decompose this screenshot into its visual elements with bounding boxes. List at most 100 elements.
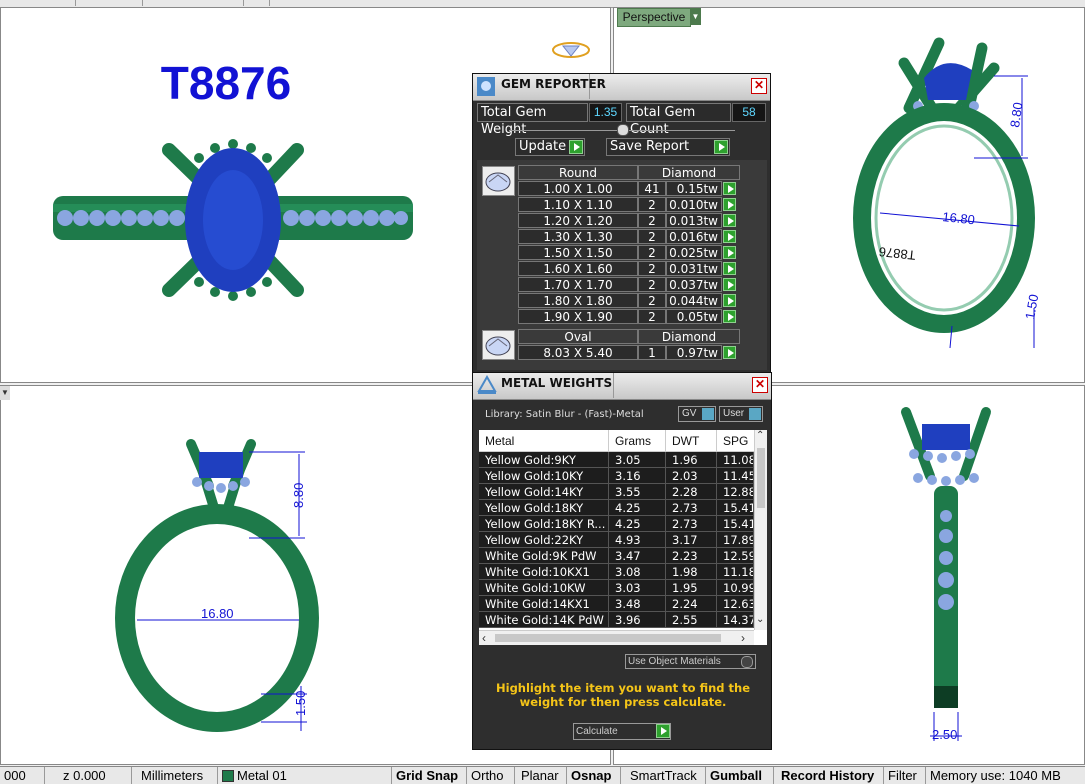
gem-count-cell[interactable]: 2 [638, 197, 666, 212]
gem-weight-cell[interactable]: 0.97tw [666, 345, 722, 360]
user-label: User [723, 408, 745, 419]
gem-count-cell[interactable]: 41 [638, 181, 666, 196]
gem-count-cell[interactable]: 2 [638, 277, 666, 292]
slider-handle[interactable] [617, 124, 629, 136]
select-gems-icon[interactable] [723, 246, 736, 259]
table-row[interactable]: White Gold:10KX1 3.08 1.98 11.18 [479, 564, 754, 580]
select-gems-icon[interactable] [723, 262, 736, 275]
osnap-toggle[interactable]: Osnap [567, 767, 621, 784]
gem-size-cell[interactable]: 8.03 X 5.40 [518, 345, 638, 360]
user-toggle[interactable]: User [719, 406, 763, 422]
gem-reporter-header[interactable]: GEM REPORTER ✕ [473, 74, 770, 101]
scroll-left-icon[interactable]: ‹ [482, 631, 486, 645]
gem-size-cell[interactable]: 1.10 X 1.10 [518, 197, 638, 212]
gumball-toggle[interactable]: Gumball [706, 767, 774, 784]
table-row[interactable]: White Gold:10KW 3.03 1.95 10.99 [479, 580, 754, 596]
gem-weight-cell[interactable]: 0.031tw [666, 261, 722, 276]
view-dropdown-icon[interactable]: ▼ [690, 8, 701, 25]
tab[interactable] [143, 0, 244, 6]
oval-gem-icon[interactable] [482, 330, 515, 360]
calculate-play-icon[interactable] [656, 724, 670, 738]
table-row[interactable]: Yellow Gold:18KY R... 4.25 2.73 15.41 [479, 516, 754, 532]
col-header-dwt[interactable]: DWT [666, 430, 717, 452]
spg-cell: 12.88 [717, 484, 754, 500]
metal-weights-header[interactable]: METAL WEIGHTS ✕ [473, 373, 771, 400]
scroll-thumb[interactable] [495, 634, 721, 642]
gem-weight-cell[interactable]: 0.037tw [666, 277, 722, 292]
gem-count-cell[interactable]: 2 [638, 309, 666, 324]
gem-size-cell[interactable]: 1.00 X 1.00 [518, 181, 638, 196]
update-play-icon[interactable] [569, 140, 583, 154]
table-row[interactable]: White Gold:14KX1 3.48 2.24 12.63 [479, 596, 754, 612]
select-gems-icon[interactable] [723, 214, 736, 227]
metal-table[interactable]: Metal Grams DWT SPG Yellow Gold:9KY 3.05 1… [479, 430, 767, 645]
gem-size-cell[interactable]: 1.30 X 1.30 [518, 229, 638, 244]
table-row[interactable]: Yellow Gold:22KY 4.93 3.17 17.89 [479, 532, 754, 548]
select-gems-icon[interactable] [723, 182, 736, 195]
scroll-thumb[interactable] [757, 448, 765, 508]
select-gems-icon[interactable] [723, 310, 736, 323]
gem-count-cell[interactable]: 2 [638, 245, 666, 260]
select-gems-icon[interactable] [723, 294, 736, 307]
gem-count-cell[interactable]: 2 [638, 213, 666, 228]
gem-size-cell[interactable]: 1.90 X 1.90 [518, 309, 638, 324]
gem-size-cell[interactable]: 1.80 X 1.80 [518, 293, 638, 308]
view-label-perspective[interactable]: Perspective [617, 8, 691, 27]
scroll-up-icon[interactable]: ⌃ [756, 430, 764, 441]
dwt-cell: 1.96 [666, 452, 717, 468]
gem-size-cell[interactable]: 1.60 X 1.60 [518, 261, 638, 276]
smarttrack-toggle[interactable]: SmartTrack [621, 767, 706, 784]
spg-cell: 17.89 [717, 532, 754, 548]
col-header-grams[interactable]: Grams [609, 430, 666, 452]
close-icon[interactable]: ✕ [752, 377, 768, 393]
table-row[interactable]: White Gold:14K PdW 3.96 2.55 14.37 [479, 612, 754, 628]
viewport-menu-icon[interactable]: ▼ [0, 386, 10, 400]
gem-weight-cell[interactable]: 0.025tw [666, 245, 722, 260]
gem-weight-cell[interactable]: 0.016tw [666, 229, 722, 244]
tab[interactable] [76, 0, 143, 6]
save-report-button[interactable]: Save Report [606, 138, 730, 156]
metal-name-cell: Yellow Gold:18KY R... [479, 516, 609, 532]
ortho-toggle[interactable]: Ortho [467, 767, 515, 784]
record-history-toggle[interactable]: Record History [774, 767, 884, 784]
gem-size-cell[interactable]: 1.50 X 1.50 [518, 245, 638, 260]
tab[interactable] [0, 0, 76, 6]
close-icon[interactable]: ✕ [751, 78, 767, 94]
gem-count-cell[interactable]: 1 [638, 345, 666, 360]
table-row[interactable]: Yellow Gold:14KY 3.55 2.28 12.88 [479, 484, 754, 500]
current-layer[interactable]: Metal 01 [218, 767, 392, 784]
select-gems-icon[interactable] [723, 346, 736, 359]
col-header-metal[interactable]: Metal [479, 430, 609, 452]
table-row[interactable]: Yellow Gold:18KY 4.25 2.73 15.41 [479, 500, 754, 516]
save-report-play-icon[interactable] [714, 140, 728, 154]
grid-snap-toggle[interactable]: Grid Snap [392, 767, 467, 784]
vertical-scrollbar[interactable]: ⌃ ⌄ [754, 430, 767, 630]
use-object-materials-toggle[interactable]: Use Object Materials [625, 654, 756, 669]
gem-count-cell[interactable]: 2 [638, 261, 666, 276]
table-row[interactable]: White Gold:9K PdW 3.47 2.23 12.59 [479, 548, 754, 564]
select-gems-icon[interactable] [723, 230, 736, 243]
gem-weight-cell[interactable]: 0.013tw [666, 213, 722, 228]
scroll-down-icon[interactable]: ⌄ [756, 614, 764, 625]
select-gems-icon[interactable] [723, 278, 736, 291]
table-row[interactable]: Yellow Gold:10KY 3.16 2.03 11.45 [479, 468, 754, 484]
table-row[interactable]: Yellow Gold:9KY 3.05 1.96 11.08 [479, 452, 754, 468]
horizontal-scrollbar[interactable]: ‹ › [479, 630, 754, 645]
gem-weight-cell[interactable]: 0.010tw [666, 197, 722, 212]
design-code-label: T8876 [160, 57, 292, 109]
gem-weight-cell[interactable]: 0.044tw [666, 293, 722, 308]
gem-weight-cell[interactable]: 0.05tw [666, 309, 722, 324]
gem-weight-cell[interactable]: 0.15tw [666, 181, 722, 196]
filter-toggle[interactable]: Filter [884, 767, 926, 784]
gem-size-cell[interactable]: 1.20 X 1.20 [518, 213, 638, 228]
planar-toggle[interactable]: Planar [515, 767, 567, 784]
select-gems-icon[interactable] [723, 198, 736, 211]
gv-toggle[interactable]: GV [678, 406, 716, 422]
units[interactable]: Millimeters [132, 767, 218, 784]
gem-count-cell[interactable]: 2 [638, 229, 666, 244]
scroll-right-icon[interactable]: › [741, 631, 745, 645]
round-gem-icon[interactable] [482, 166, 515, 196]
gem-size-cell[interactable]: 1.70 X 1.70 [518, 277, 638, 292]
tab[interactable] [244, 0, 270, 6]
gem-count-cell[interactable]: 2 [638, 293, 666, 308]
